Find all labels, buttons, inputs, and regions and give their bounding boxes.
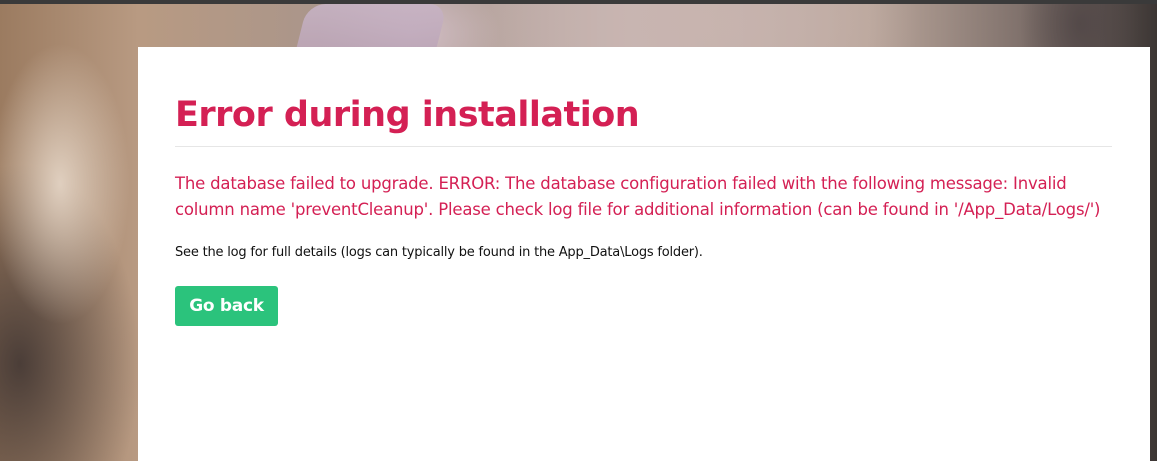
- divider: [175, 146, 1112, 147]
- page-title: Error during installation: [175, 95, 640, 135]
- go-back-button[interactable]: Go back: [175, 286, 278, 326]
- error-message: The database failed to upgrade. ERROR: T…: [175, 174, 1101, 219]
- error-panel: Error during installation The database f…: [138, 47, 1150, 461]
- log-hint: See the log for full details (logs can t…: [175, 245, 703, 260]
